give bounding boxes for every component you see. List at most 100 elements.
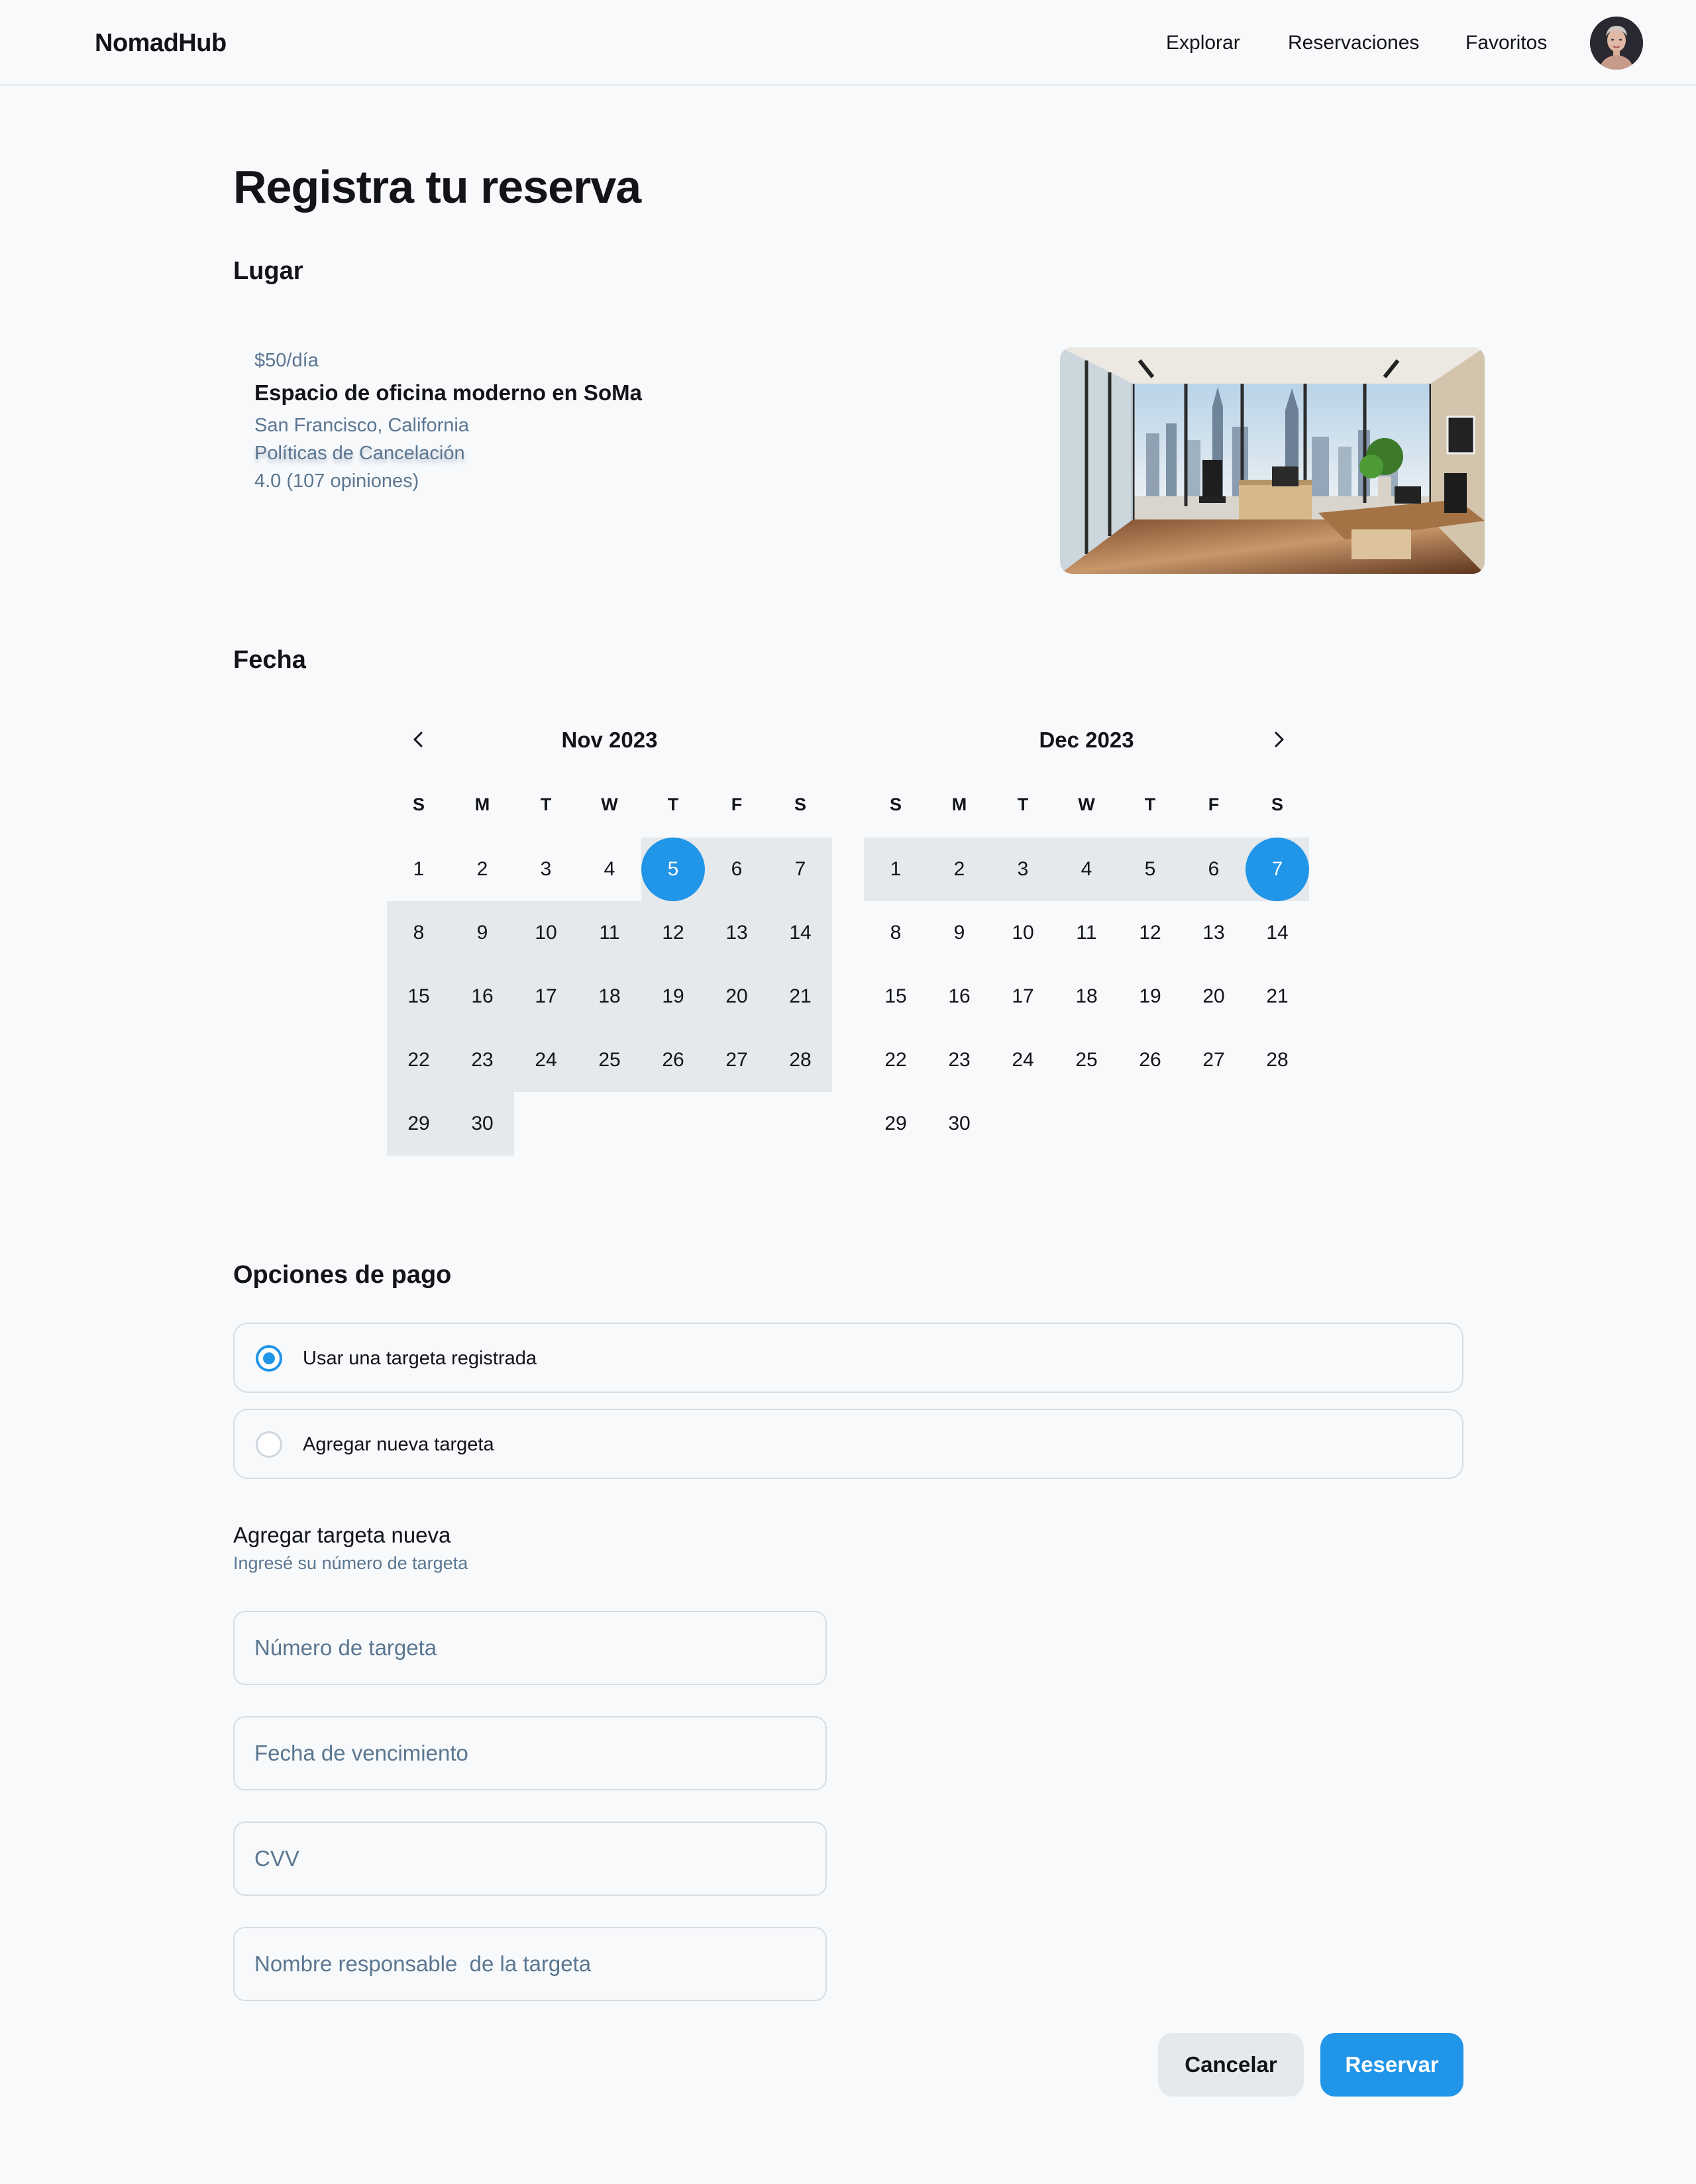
nav-explore[interactable]: Explorar	[1166, 32, 1240, 54]
calendar-day[interactable]: 12	[1118, 901, 1182, 965]
payment-option-new-card[interactable]: Agregar nueva targeta	[233, 1409, 1463, 1479]
calendar-day-number: 10	[1012, 922, 1034, 944]
calendar-day[interactable]: 23	[928, 1028, 991, 1092]
calendar-day[interactable]: 8	[387, 901, 450, 965]
calendar-day[interactable]: 10	[991, 901, 1055, 965]
calendar-day[interactable]: 9	[928, 901, 991, 965]
calendar-day[interactable]: 25	[1055, 1028, 1118, 1092]
calendar-day-number: 2	[476, 858, 488, 880]
calendar-day-number: 17	[535, 985, 557, 1007]
chevron-left-icon[interactable]	[404, 725, 433, 754]
calendar-day[interactable]: 8	[864, 901, 928, 965]
calendar-day[interactable]: 3	[991, 838, 1055, 901]
calendar-day[interactable]: 17	[514, 965, 578, 1028]
calendar-day[interactable]: 1	[864, 838, 928, 901]
nav-reservations[interactable]: Reservaciones	[1288, 32, 1419, 54]
calendar-day[interactable]: 18	[1055, 965, 1118, 1028]
calendar-day[interactable]: 6	[1182, 838, 1246, 901]
weekday-label: T	[667, 794, 679, 814]
calendar-day[interactable]: 15	[864, 965, 928, 1028]
calendar-day-selected[interactable]: 7	[1246, 838, 1309, 901]
calendar-day[interactable]: 19	[641, 965, 705, 1028]
radio-selected-icon[interactable]	[256, 1345, 282, 1372]
calendar-day[interactable]: 20	[1182, 965, 1246, 1028]
calendar-day[interactable]: 30	[450, 1092, 514, 1156]
calendar-empty-cell	[1246, 1092, 1309, 1156]
calendar-day[interactable]: 24	[514, 1028, 578, 1092]
calendar-day[interactable]: 24	[991, 1028, 1055, 1092]
calendar-day[interactable]: 14	[1246, 901, 1309, 965]
calendar-day[interactable]: 25	[578, 1028, 641, 1092]
brand-logo[interactable]: NomadHub	[95, 29, 227, 58]
calendar-empty-cell	[578, 1092, 641, 1156]
calendar-day[interactable]: 17	[991, 965, 1055, 1028]
payment-option-saved-card[interactable]: Usar una targeta registrada	[233, 1323, 1463, 1393]
calendar-day[interactable]: 30	[928, 1092, 991, 1156]
calendar-day[interactable]: 2	[928, 838, 991, 901]
calendar-day[interactable]: 28	[1246, 1028, 1309, 1092]
calendar-day[interactable]: 29	[864, 1092, 928, 1156]
calendar-day[interactable]: 22	[864, 1028, 928, 1092]
calendar-day[interactable]: 18	[578, 965, 641, 1028]
calendar-day[interactable]: 22	[387, 1028, 450, 1092]
weekday-label: S	[794, 794, 806, 814]
calendar-day-number: 5	[1144, 858, 1156, 880]
calendar-day[interactable]: 10	[514, 901, 578, 965]
calendar-empty-cell	[991, 1092, 1055, 1156]
calendar-day[interactable]: 14	[768, 901, 832, 965]
calendar-day-number: 11	[599, 922, 620, 944]
weekday-label: T	[1144, 794, 1156, 814]
calendar-day[interactable]: 4	[578, 838, 641, 901]
calendar-day[interactable]: 28	[768, 1028, 832, 1092]
calendar-day[interactable]: 4	[1055, 838, 1118, 901]
calendar-day[interactable]: 12	[641, 901, 705, 965]
avatar[interactable]	[1590, 17, 1643, 70]
calendar-day-number: 28	[1266, 1049, 1289, 1071]
calendar-day[interactable]: 21	[768, 965, 832, 1028]
calendar-day[interactable]: 11	[578, 901, 641, 965]
calendar-day[interactable]: 20	[705, 965, 768, 1028]
nav-favorites[interactable]: Favoritos	[1465, 32, 1547, 54]
cancel-button[interactable]: Cancelar	[1158, 2033, 1304, 2097]
calendar-day[interactable]: 5	[1118, 838, 1182, 901]
calendar-day[interactable]: 29	[387, 1092, 450, 1156]
calendar-day-number: 23	[948, 1049, 971, 1071]
calendar-day[interactable]: 13	[1182, 901, 1246, 965]
calendar-day[interactable]: 16	[928, 965, 991, 1028]
month-title-dec: Dec 2023	[1039, 728, 1134, 752]
calendar-week-row: 8 9 10 11 12 13 14	[864, 901, 1309, 965]
calendar-day[interactable]: 19	[1118, 965, 1182, 1028]
calendar-day[interactable]: 21	[1246, 965, 1309, 1028]
calendar-day[interactable]: 15	[387, 965, 450, 1028]
calendar-day-number: 12	[1139, 922, 1161, 944]
calendar-day[interactable]: 2	[450, 838, 514, 901]
radio-unselected-icon[interactable]	[256, 1431, 282, 1458]
weekday-label: S	[412, 794, 425, 814]
calendar-day-number: 7	[794, 858, 806, 880]
cvv-input[interactable]	[235, 1823, 825, 1894]
calendar-day[interactable]: 26	[641, 1028, 705, 1092]
calendar-day[interactable]: 26	[1118, 1028, 1182, 1092]
calendar-day[interactable]: 13	[705, 901, 768, 965]
calendar-day[interactable]: 27	[1182, 1028, 1246, 1092]
calendar-day[interactable]: 3	[514, 838, 578, 901]
book-button[interactable]: Reservar	[1320, 2033, 1463, 2097]
calendar-day[interactable]: 1	[387, 838, 450, 901]
calendar-week-row: 29 30	[387, 1092, 832, 1156]
expiry-date-input[interactable]	[235, 1718, 825, 1789]
calendar-day-selected[interactable]: 5	[641, 838, 705, 901]
calendar-day-number: 20	[725, 985, 748, 1007]
calendar-day[interactable]: 27	[705, 1028, 768, 1092]
cancellation-policy-link[interactable]: Políticas de Cancelación	[254, 443, 465, 464]
calendar-day[interactable]: 23	[450, 1028, 514, 1092]
calendar-day[interactable]: 16	[450, 965, 514, 1028]
calendar-day[interactable]: 11	[1055, 901, 1118, 965]
calendar-day[interactable]: 9	[450, 901, 514, 965]
cardholder-name-input[interactable]	[235, 1928, 825, 2000]
calendar-day[interactable]: 6	[705, 838, 768, 901]
card-number-input[interactable]	[235, 1612, 825, 1684]
calendar-week-row: 22 23 24 25 26 27 28	[387, 1028, 832, 1092]
chevron-right-icon[interactable]	[1264, 725, 1293, 754]
calendar-day[interactable]: 7	[768, 838, 832, 901]
place-location: San Francisco, California	[254, 415, 469, 436]
